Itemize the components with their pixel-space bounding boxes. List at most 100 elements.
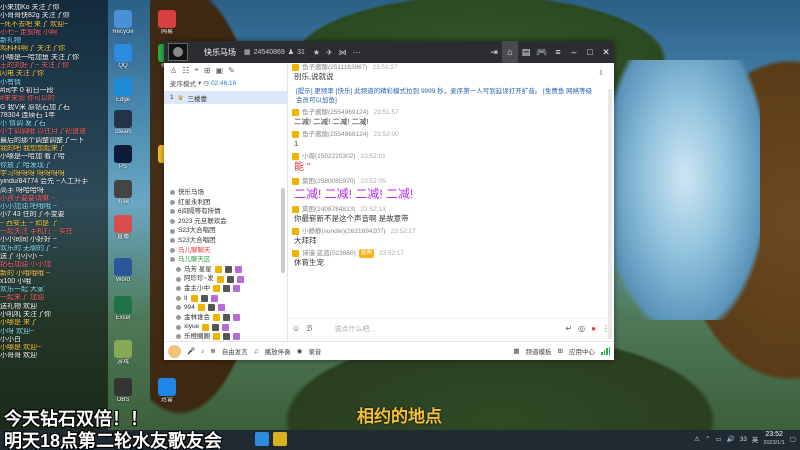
input-lang[interactable]: 英 [752,434,759,444]
desktop-shortcut[interactable]: 直播 [104,215,142,241]
app-icon [114,296,132,314]
desktop-shortcut[interactable]: Excel [104,296,142,322]
message-user[interactable]: 鱼子酱酸(2511163967) [302,63,368,72]
list-icon[interactable]: ☷ [182,66,189,75]
channel-board-button[interactable]: 频道模板 [526,346,552,356]
gamepad-icon[interactable]: 🎮 [534,41,550,63]
bookmark-icon[interactable]: ⊞ [204,66,211,75]
tree-user[interactable]: II [164,294,288,304]
mic-mode-row[interactable]: 麦序模式 ▾ ◷ 02:46:16 [164,77,287,89]
desktop-shortcut[interactable]: Word [104,258,142,284]
desktop-shortcut[interactable]: 网易 [148,10,186,36]
current-channel[interactable]: 1 ♛ 三楼壹 [164,91,287,104]
star-icon[interactable]: ★ [313,48,320,57]
desktop-shortcut[interactable]: Recycle [104,10,142,36]
danmaku-line: 新的 小哦哦哦 ~ [0,269,50,277]
user-icon[interactable]: ♙ [170,66,177,75]
message-user[interactable]: 诗漫 蓝蓝(523860) [302,249,356,258]
network-icon[interactable]: ▭ [715,435,721,443]
text-format-icon[interactable]: ℬ [306,324,312,333]
tree-channel[interactable]: 马儿聊天区 [164,255,288,265]
tree-channel[interactable]: 6间隔等有所情 [164,207,288,217]
tree-user[interactable]: xiyue [164,322,288,332]
send-icon[interactable]: ↵ [565,324,572,333]
desktop-shortcut[interactable]: 游戏 [104,340,142,366]
close-icon[interactable]: ✕ [598,41,614,63]
record-icon[interactable]: ◉ [297,347,303,355]
mic-toggle-icon[interactable]: 🎤 [187,347,195,355]
warning-icon[interactable]: ⚠ [694,435,700,443]
more-options-icon[interactable]: ⋮ [602,324,610,333]
volume-tray-icon[interactable]: 🔊 [727,435,735,443]
desktop-shortcut[interactable]: QQ [104,44,142,70]
tree-channel[interactable]: 快乐马场 [164,188,288,198]
room-avatar[interactable] [168,43,188,61]
message-time: 23:52:17 [390,228,416,235]
grid-icon[interactable]: ▤ [518,41,534,63]
message-user[interactable]: 鱼子酱酸(2554969124) [302,108,368,117]
tree-channel[interactable]: 红星永利团 [164,198,288,208]
danmaku-line: 新礼物 [0,37,21,45]
record-button[interactable]: 录音 [308,346,321,356]
message-user[interactable]: 鱼子酱酸(2554969124) [302,130,368,139]
channel-scrollbar[interactable] [281,188,285,273]
tree-channel[interactable]: 马儿聊聊天 [164,246,288,256]
mic-icon[interactable]: ● [591,324,596,333]
tree-channel[interactable]: S23大合唱团 [164,236,288,246]
speaker-icon[interactable]: ♪ [201,348,204,355]
desktop-shortcut[interactable]: OBS [104,378,142,404]
play-accompaniment-button[interactable]: 播放伴奏 [265,346,291,356]
tree-user[interactable]: 阿珍珍~发 [164,274,288,284]
my-avatar[interactable] [168,344,181,358]
window-bottombar: 🎤 ♪ ≣ 自由发言 ♫ 播放伴奏 ◉ 录音 ▦ 频道模板 ⊞ 应用中心 [164,341,614,360]
message-user[interactable]: 小周(1502220302) [302,152,355,161]
maximize-icon[interactable]: □ [582,41,598,63]
tree-user[interactable]: 金林谁会 [164,313,288,323]
exit-icon[interactable]: ⇥ [486,41,502,63]
message-time: 23:52:00 [373,131,399,138]
message-user[interactable]: 莫困(2408784813) [302,205,355,214]
desktop-shortcut[interactable]: Edge [104,78,142,104]
app-yy-icon[interactable] [273,432,287,446]
apps-icon[interactable]: ⊞ [558,347,563,355]
clock[interactable]: 23:52 2023/1/1 [763,431,784,447]
tree-channel[interactable]: S23大合唱团 [164,226,288,236]
notification-icon[interactable]: ▢ [790,435,796,443]
badge-icon [207,304,215,312]
free-speak-button[interactable]: 自由发言 [222,346,248,356]
emoji-icon[interactable]: ☺ [292,324,300,333]
minimize-icon[interactable]: – [566,41,582,63]
app-qq-icon[interactable] [255,432,269,446]
danmaku-line: 小孩子要要请嘛 ~ [0,194,56,202]
desktop-shortcut[interactable]: 剪辑 [104,180,142,206]
plane-icon[interactable]: ✈ [326,48,333,57]
message-user[interactable]: 小静静(sundie)(2621694207) [302,227,385,236]
tray-up-icon[interactable]: ⌃ [705,435,710,443]
desktop-shortcut[interactable]: Steam [104,110,142,136]
vip-icon [292,206,299,213]
pen-icon[interactable]: ✎ [228,66,235,75]
tree-user[interactable]: 金主小中 [164,284,288,294]
voice-icon[interactable]: ◎ [578,324,585,333]
download-icon[interactable]: ⇩ [598,69,604,77]
board-icon[interactable]: ▦ [513,347,519,355]
tree-user[interactable]: 994 [164,303,288,313]
chat-scrollbar[interactable] [608,89,612,339]
share-icon[interactable]: ⋈ [339,48,347,57]
doc-icon[interactable]: ▣ [216,66,224,75]
desktop-shortcut[interactable]: 迅雷 [148,378,186,404]
tree-user[interactable]: 马芳 星星 [164,265,288,275]
location-icon[interactable]: ⌖ [194,65,199,75]
app-center-button[interactable]: 应用中心 [569,346,595,356]
danmaku-line: 最后的那个调整调整了一下 [0,136,84,144]
desktop-shortcut[interactable]: PS [104,145,142,171]
music-icon[interactable]: ♫ [254,348,259,355]
chat-input[interactable]: 说点什么吧... [334,324,559,334]
volume-icon[interactable]: ≣ [210,347,215,355]
settings-icon[interactable]: ≡ [550,41,566,63]
app-icon [114,215,132,233]
tree-channel[interactable]: 2023 元旦联欢会 [164,217,288,227]
more-icon[interactable]: ⋯ [353,48,361,57]
message-user[interactable]: 莫困(2580085970) [302,177,355,186]
home-icon[interactable]: ⌂ [502,41,518,63]
